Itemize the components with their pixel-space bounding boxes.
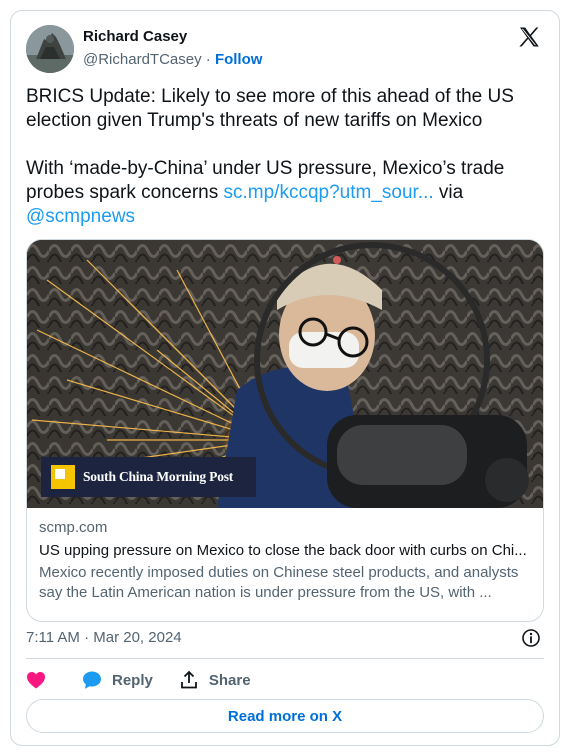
card-description: Mexico recently imposed duties on Chines…	[39, 564, 519, 601]
article-link[interactable]: sc.mp/kccqp?utm_sour...	[224, 182, 434, 203]
share-button[interactable]: Share	[179, 670, 251, 690]
mention-link[interactable]: @scmpnews	[26, 206, 135, 227]
article-image[interactable]: South China Morning Post	[27, 240, 543, 508]
tweet-text: BRICS Update: Likely to see more of this…	[26, 85, 546, 229]
scmp-logo-text: South China Morning Post	[83, 469, 234, 484]
follow-button[interactable]: Follow	[215, 51, 263, 68]
via-text: via	[433, 182, 464, 203]
heart-icon	[27, 672, 45, 689]
divider	[26, 658, 544, 659]
tweet-actions: Reply Share	[26, 668, 277, 692]
reply-button[interactable]: Reply	[82, 670, 153, 690]
scmp-logo-badge: South China Morning Post	[41, 457, 256, 497]
x-logo-icon[interactable]	[517, 25, 541, 49]
read-more-button[interactable]: Read more on X	[26, 699, 544, 733]
like-button[interactable]	[26, 671, 56, 689]
share-icon	[180, 670, 197, 689]
author-handle[interactable]: @RichardTCasey	[83, 51, 202, 68]
tweet-paragraph-1: BRICS Update: Likely to see more of this…	[26, 86, 514, 131]
info-icon[interactable]	[521, 628, 541, 648]
author-handle-row: @RichardTCasey · Follow	[83, 51, 262, 68]
link-card-info[interactable]: scmp.com US upping pressure on Mexico to…	[27, 509, 543, 603]
author-name[interactable]: Richard Casey	[83, 28, 187, 45]
link-preview-card[interactable]: South China Morning Post scmp.com US upp…	[26, 239, 544, 622]
embedded-tweet-card: Richard Casey @RichardTCasey · Follow BR…	[10, 10, 560, 746]
share-label: Share	[208, 671, 251, 689]
reply-bubble-icon	[83, 671, 101, 689]
author-avatar[interactable]	[26, 25, 74, 73]
reply-label: Reply	[112, 671, 153, 689]
tweet-paragraph-2: With ‘made-by-China’ under US pressure, …	[26, 157, 546, 229]
handle-separator: ·	[201, 51, 215, 68]
tweet-timestamp[interactable]: 7:11 AM · Mar 20, 2024	[26, 629, 182, 646]
card-headline: US upping pressure on Mexico to close th…	[39, 542, 527, 559]
card-domain: scmp.com	[39, 519, 108, 536]
scmp-logo-icon	[51, 465, 75, 489]
